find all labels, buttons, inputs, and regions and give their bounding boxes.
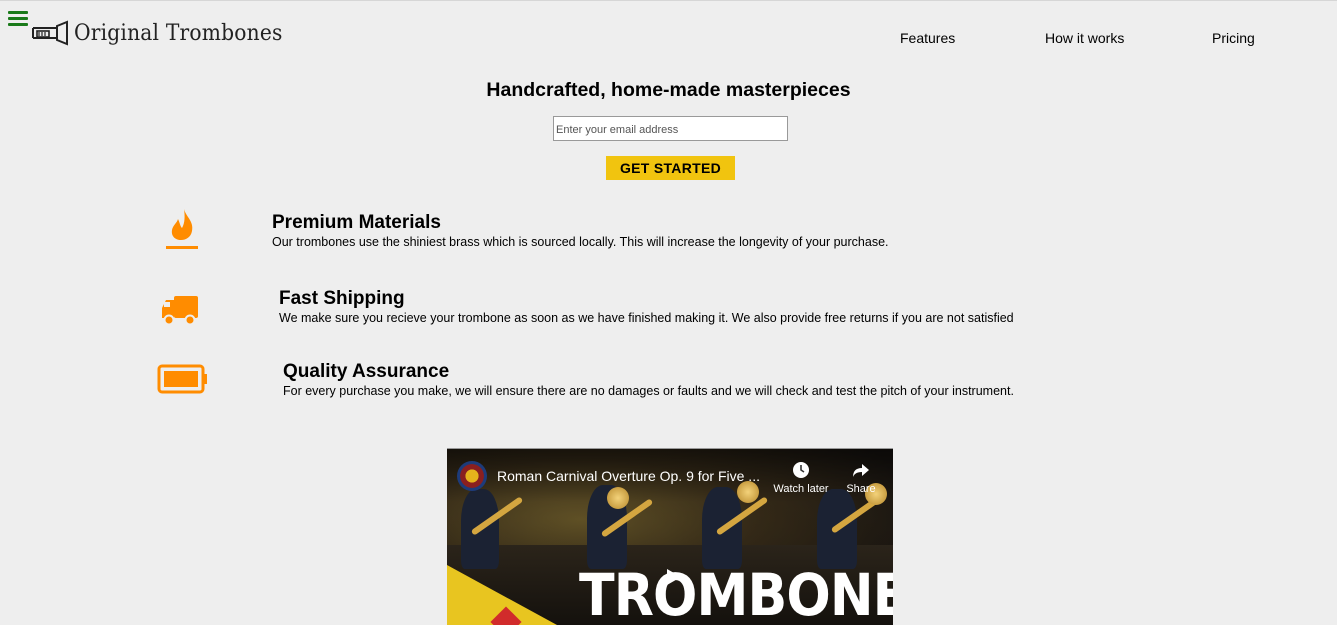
feature-desc-quality-assurance: For every purchase you make, we will ens…: [283, 384, 1014, 398]
hero-title: Handcrafted, home-made masterpieces: [486, 79, 851, 101]
share-button[interactable]: Share: [831, 461, 891, 495]
play-icon[interactable]: [653, 561, 693, 593]
video-overlay-text: TROMBONE: [579, 561, 893, 625]
channel-avatar[interactable]: [457, 461, 487, 491]
video-title[interactable]: Roman Carnival Overture Op. 9 for Five .…: [497, 468, 760, 484]
feature-title-premium-materials: Premium Materials: [272, 212, 441, 233]
trombone-logo-icon: [32, 20, 68, 46]
email-input[interactable]: [553, 116, 788, 141]
nav-link-features[interactable]: Features: [900, 30, 955, 46]
flame-icon: [166, 209, 198, 249]
top-border: [0, 0, 1337, 1]
watch-later-button[interactable]: Watch later: [771, 461, 831, 495]
share-label: Share: [846, 483, 876, 495]
logo[interactable]: Original Trombones: [31, 18, 301, 48]
feature-desc-fast-shipping: We make sure you recieve your trombone a…: [279, 311, 1014, 325]
logo-text: Original Trombones: [74, 20, 283, 46]
clock-icon: [793, 462, 809, 478]
video-player[interactable]: TROMBONE Roman Carnival Overture Op. 9 f…: [447, 448, 893, 625]
feature-title-quality-assurance: Quality Assurance: [283, 361, 450, 382]
nav-link-pricing[interactable]: Pricing: [1212, 30, 1255, 46]
hamburger-menu-icon[interactable]: [8, 11, 28, 27]
nav-link-how-it-works[interactable]: How it works: [1045, 30, 1124, 46]
trombone-bell: [607, 487, 629, 509]
battery-icon: [157, 364, 207, 394]
watch-later-label: Watch later: [773, 483, 829, 495]
get-started-button[interactable]: GET STARTED: [606, 156, 735, 180]
share-icon: [853, 464, 869, 477]
feature-title-fast-shipping: Fast Shipping: [279, 288, 405, 309]
trombone-bell: [737, 481, 759, 503]
truck-icon: [162, 296, 198, 326]
feature-desc-premium-materials: Our trombones use the shiniest brass whi…: [272, 235, 889, 249]
